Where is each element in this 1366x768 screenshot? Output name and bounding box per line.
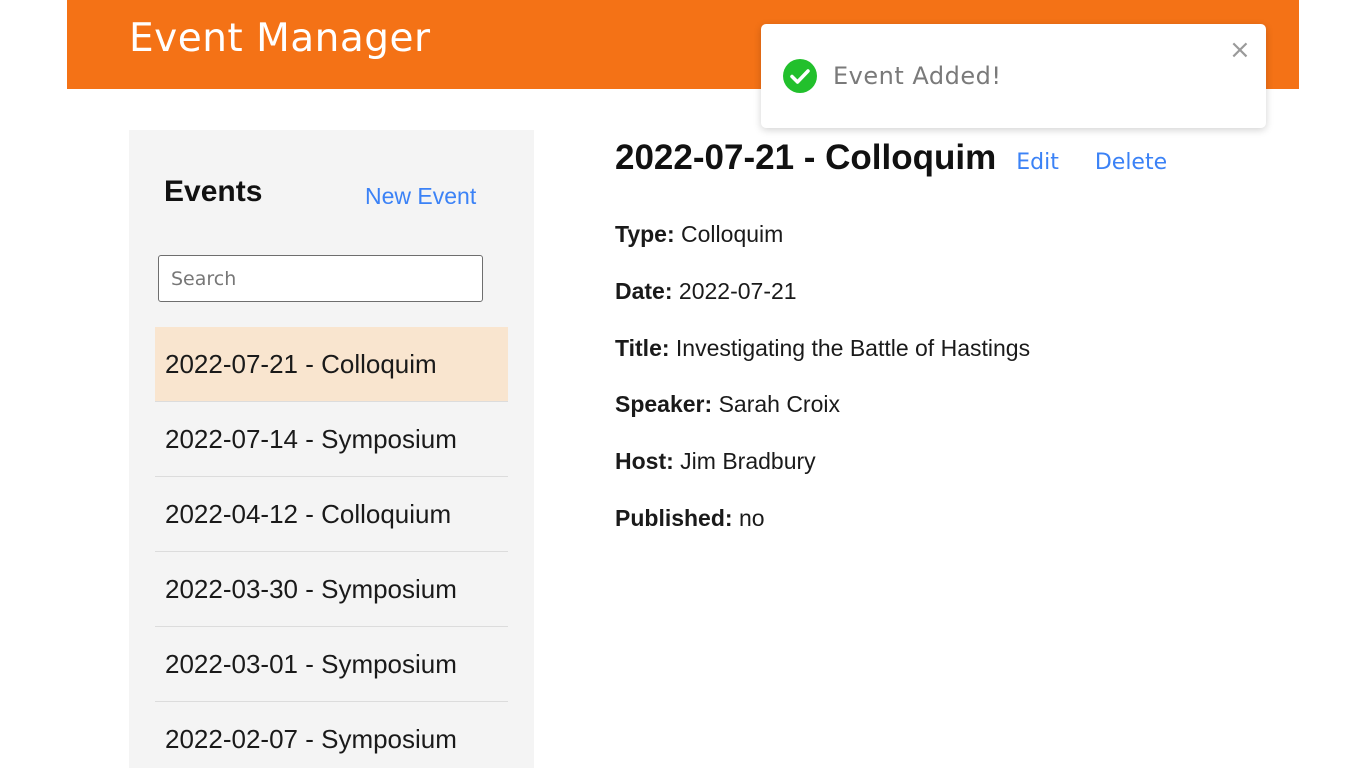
event-list-item[interactable]: 2022-02-07 - Symposium xyxy=(155,702,508,768)
field-published: Published: no xyxy=(615,504,765,532)
edit-link[interactable]: Edit xyxy=(1016,150,1059,175)
event-list-item[interactable]: 2022-07-14 - Symposium xyxy=(155,402,508,477)
field-label: Host: xyxy=(615,448,674,474)
search-input[interactable] xyxy=(158,255,483,302)
event-list-item[interactable]: 2022-07-21 - Colloquim xyxy=(155,327,508,402)
field-value: Colloquim xyxy=(681,221,784,247)
detail-title: 2022-07-21 - Colloquim xyxy=(615,138,997,177)
toast-notification: Event Added! × xyxy=(761,24,1266,128)
event-list-item[interactable]: 2022-03-01 - Symposium xyxy=(155,627,508,702)
sidebar-title: Events xyxy=(164,175,263,208)
event-list-item[interactable]: 2022-03-30 - Symposium xyxy=(155,552,508,627)
close-icon[interactable]: × xyxy=(1229,36,1251,64)
field-date: Date: 2022-07-21 xyxy=(615,277,797,305)
field-value: Jim Bradbury xyxy=(680,448,816,474)
field-value: 2022-07-21 xyxy=(678,278,797,304)
event-detail: 2022-07-21 - Colloquim Edit Delete Type:… xyxy=(615,137,1265,531)
field-value: no xyxy=(738,505,765,531)
new-event-link[interactable]: New Event xyxy=(365,182,476,210)
delete-link[interactable]: Delete xyxy=(1095,150,1167,175)
field-label: Type: xyxy=(615,221,675,247)
event-list-item[interactable]: 2022-04-12 - Colloquium xyxy=(155,477,508,552)
field-value: Investigating the Battle of Hastings xyxy=(675,335,1031,361)
event-list: 2022-07-21 - Colloquim 2022-07-14 - Symp… xyxy=(155,327,508,768)
field-value: Sarah Croix xyxy=(718,391,840,417)
field-host: Host: Jim Bradbury xyxy=(615,447,816,475)
field-label: Speaker: xyxy=(615,391,713,417)
field-type: Type: Colloquim xyxy=(615,220,783,248)
detail-heading: 2022-07-21 - Colloquim Edit Delete xyxy=(615,137,1265,179)
toast-message: Event Added! xyxy=(833,62,1002,90)
events-sidebar: Events New Event 2022-07-21 - Colloquim … xyxy=(129,130,534,768)
field-label: Title: xyxy=(615,335,670,361)
app-title: Event Manager xyxy=(129,16,431,61)
page: Event Manager Events New Event 2022-07-2… xyxy=(0,0,1366,768)
field-speaker: Speaker: Sarah Croix xyxy=(615,390,840,418)
check-circle-icon xyxy=(783,59,817,93)
field-label: Date: xyxy=(615,278,673,304)
field-label: Published: xyxy=(615,505,733,531)
field-title: Title: Investigating the Battle of Hasti… xyxy=(615,334,1030,362)
